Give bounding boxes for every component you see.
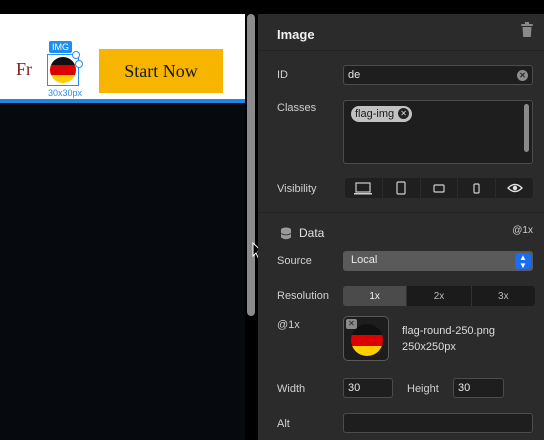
resolution-option-1x[interactable]: 1x	[343, 286, 408, 306]
resize-handle-right[interactable]	[75, 60, 83, 68]
visibility-phone-button[interactable]	[458, 178, 497, 198]
class-chip-label: flag-img	[355, 108, 395, 120]
trash-icon[interactable]	[520, 22, 534, 38]
database-icon	[280, 227, 292, 239]
file-info: flag-round-250.png 250x250px	[402, 323, 495, 355]
id-label: ID	[277, 69, 288, 81]
resolution-option-2x[interactable]: 2x	[407, 286, 472, 306]
start-now-button[interactable]: Start Now	[99, 49, 223, 93]
image-slot-label: @1x	[277, 319, 300, 331]
classes-label: Classes	[277, 102, 317, 114]
resolution-label: Resolution	[277, 290, 329, 302]
id-input[interactable]: de ✕	[343, 65, 533, 85]
alt-input[interactable]	[343, 413, 533, 433]
data-section-title: Data	[299, 226, 325, 240]
class-chip[interactable]: flag-img ✕	[351, 106, 413, 122]
design-canvas[interactable]: Fr IMG 30x30px Start Now	[0, 0, 245, 440]
tablet-landscape-icon	[433, 183, 445, 193]
visibility-tablet-portrait-button[interactable]	[383, 178, 421, 198]
visibility-toggle-group	[345, 178, 533, 198]
desktop-icon	[354, 181, 373, 194]
resolution-option-3x[interactable]: 3x	[472, 286, 535, 306]
classes-input[interactable]: flag-img ✕	[343, 100, 533, 164]
visibility-desktop-button[interactable]	[345, 178, 383, 198]
visibility-hidden-button[interactable]	[496, 178, 533, 198]
tablet-portrait-icon	[396, 181, 406, 195]
resize-handle-top-right[interactable]	[72, 51, 80, 59]
panel-header-divider	[258, 50, 544, 51]
file-size: 250x250px	[402, 341, 456, 353]
selected-image-element[interactable]	[47, 51, 83, 86]
image-thumbnail[interactable]: ✕	[343, 316, 389, 361]
canvas-top-strip	[0, 0, 245, 14]
preview-header-bar[interactable]: Fr IMG 30x30px Start Now	[0, 14, 245, 99]
id-value: de	[348, 69, 361, 81]
germany-flag-icon	[50, 57, 76, 83]
eye-icon	[506, 183, 523, 193]
width-label: Width	[277, 383, 306, 395]
remove-chip-icon[interactable]: ✕	[398, 108, 410, 119]
canvas-scrollbar[interactable]	[247, 14, 255, 316]
width-value: 30	[348, 382, 361, 394]
phone-icon	[473, 182, 480, 194]
alt-label: Alt	[277, 418, 290, 430]
source-value: Local	[351, 254, 378, 266]
resolution-segmented-control: 1x 2x 3x	[343, 286, 535, 306]
properties-panel: Image ID de ✕ Classes flag-img ✕ Visibil…	[258, 14, 544, 440]
chevron-updown-icon: ▲ ▼	[515, 253, 531, 270]
data-section-header[interactable]: Data	[280, 226, 324, 240]
height-label: Height	[407, 383, 439, 395]
data-resolution-tag: @1x	[512, 225, 533, 236]
visibility-tablet-landscape-button[interactable]	[421, 178, 459, 198]
width-input[interactable]: 30	[343, 378, 393, 398]
source-select[interactable]: Local ▲ ▼	[343, 251, 533, 271]
remove-image-icon[interactable]: ✕	[346, 319, 357, 329]
preview-text[interactable]: Fr	[16, 59, 32, 80]
selection-outline	[0, 99, 245, 103]
classes-scrollbar[interactable]	[524, 104, 529, 152]
visibility-label: Visibility	[277, 183, 317, 195]
source-label: Source	[277, 255, 312, 267]
section-divider	[258, 212, 544, 213]
image-dimensions-label: 30x30px	[48, 88, 83, 98]
panel-title: Image	[277, 27, 315, 42]
img-type-badge: IMG	[49, 41, 72, 53]
clear-icon[interactable]: ✕	[517, 70, 528, 81]
height-value: 30	[458, 382, 471, 394]
height-input[interactable]: 30	[453, 378, 504, 398]
file-name: flag-round-250.png	[402, 325, 495, 337]
